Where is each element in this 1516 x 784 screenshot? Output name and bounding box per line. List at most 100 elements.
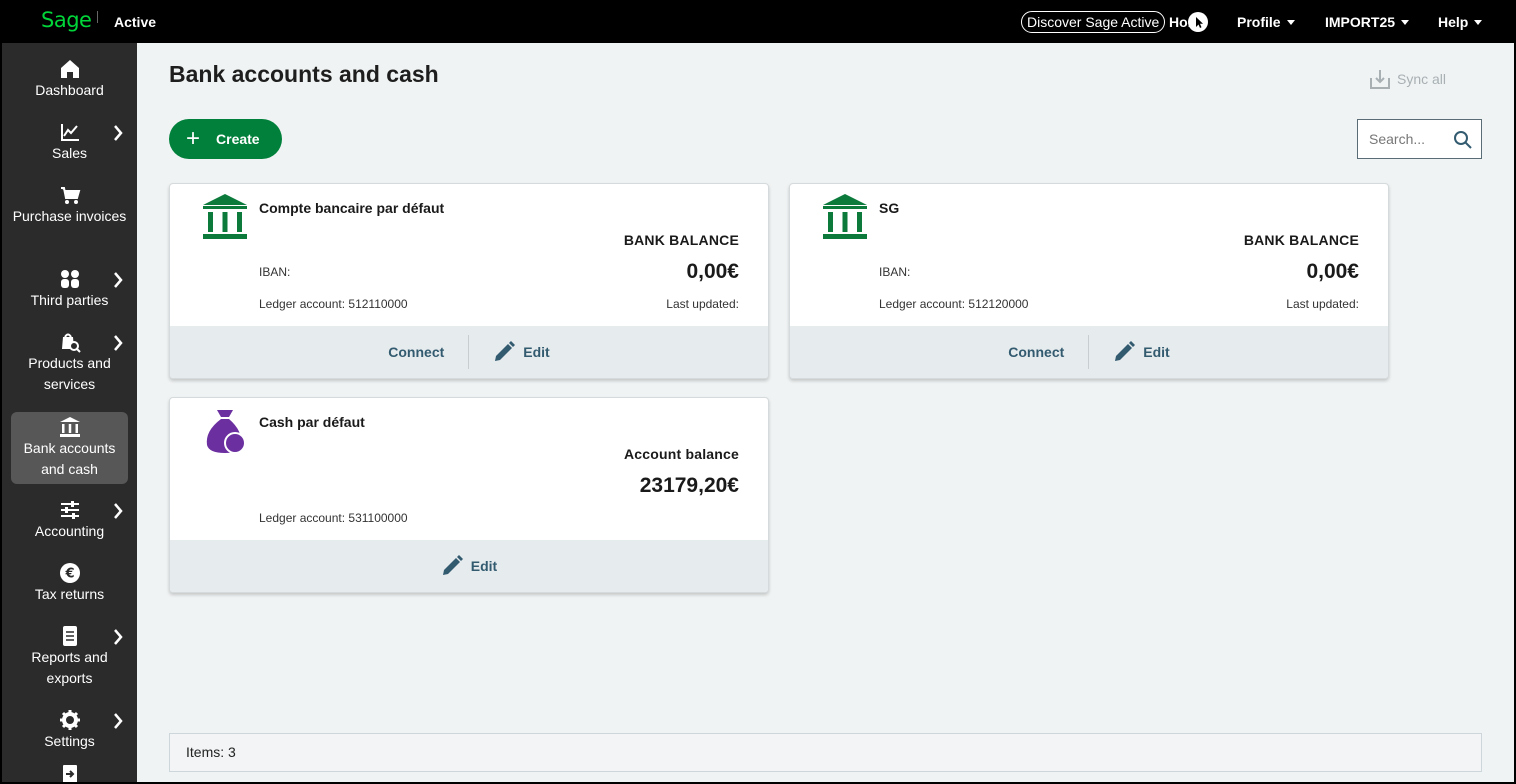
card-actions: Edit	[170, 540, 768, 592]
iban-label: IBAN:	[259, 265, 291, 279]
gear-icon	[59, 710, 80, 730]
help-menu[interactable]: Help	[1438, 14, 1483, 30]
bank-account-card[interactable]: SG BANK BALANCE 0,00€ IBAN: Ledger accou…	[789, 183, 1389, 379]
people-icon	[60, 270, 79, 288]
sidebar-item-logout[interactable]	[11, 763, 128, 784]
balance-label: BANK BALANCE	[1243, 232, 1359, 248]
balance-value: 0,00€	[686, 260, 739, 283]
company-label: IMPORT25	[1325, 14, 1396, 30]
sidebar-item-purchase-invoices[interactable]: Purchase invoices	[11, 184, 128, 250]
account-name: SG	[879, 200, 900, 216]
sidebar-item-tax-returns[interactable]: € Tax returns	[11, 562, 128, 606]
sidebar: Dashboard Sales Purchase invoices Third …	[0, 43, 137, 784]
connect-label: Connect	[1008, 344, 1065, 360]
edit-label: Edit	[523, 344, 550, 360]
sidebar-item-label: Bank accounts and cash	[23, 440, 116, 477]
sage-logo[interactable]: Sage	[41, 8, 92, 32]
sidebar-item-settings[interactable]: Settings	[11, 709, 128, 753]
chevron-down-icon	[1401, 19, 1410, 25]
sidebar-item-label: Dashboard	[35, 82, 104, 98]
company-menu[interactable]: IMPORT25	[1325, 14, 1410, 30]
sidebar-item-label: Reports and exports	[31, 649, 108, 686]
profile-label: Profile	[1237, 14, 1281, 30]
home-icon	[60, 60, 79, 78]
sidebar-item-products-and-services[interactable]: Products and services	[11, 331, 128, 397]
logo-divider	[97, 11, 98, 23]
svg-text:€: €	[64, 567, 74, 582]
chart-icon	[60, 124, 79, 141]
edit-button[interactable]: Edit	[1089, 341, 1193, 363]
chevron-right-icon	[114, 503, 123, 519]
sidebar-item-label: Third parties	[30, 292, 109, 308]
create-label: Create	[216, 131, 260, 147]
cursor-icon	[1188, 12, 1208, 32]
bank-icon	[823, 194, 867, 239]
edit-button[interactable]: Edit	[417, 555, 521, 577]
pencil-icon	[1115, 341, 1136, 361]
last-updated-label: Last updated:	[1286, 297, 1359, 311]
logout-icon	[62, 765, 77, 784]
pencil-icon	[442, 555, 463, 575]
sync-all-button[interactable]: Sync all	[1369, 68, 1446, 90]
search-icon[interactable]	[1453, 130, 1473, 150]
ledger-account: Ledger account: 512120000	[879, 297, 1029, 311]
bank-icon	[59, 417, 80, 437]
profile-menu[interactable]: Profile	[1237, 14, 1295, 30]
sidebar-item-sales[interactable]: Sales	[11, 121, 128, 165]
ledger-account: Ledger account: 531100000	[259, 511, 408, 525]
last-updated-label: Last updated:	[666, 297, 739, 311]
download-icon	[1370, 70, 1390, 89]
balance-value: 23179,20€	[639, 474, 739, 497]
sidebar-item-label: Purchase invoices	[12, 208, 127, 224]
iban-label: IBAN:	[879, 265, 911, 279]
account-name: Compte bancaire par défaut	[259, 200, 445, 216]
cart-icon	[60, 187, 80, 204]
top-bar: Sage Active Discover Sage Active Home Pr…	[0, 0, 1516, 43]
discover-sage-active-button[interactable]: Discover Sage Active	[1021, 11, 1166, 33]
bank-account-card[interactable]: Compte bancaire par défaut BANK BALANCE …	[169, 183, 769, 379]
edit-button[interactable]: Edit	[469, 341, 573, 363]
items-count: Items: 3	[169, 733, 1482, 772]
sidebar-item-dashboard[interactable]: Dashboard	[11, 58, 128, 102]
ledger-account: Ledger account: 512110000	[259, 297, 408, 311]
sidebar-item-label: Tax returns	[34, 586, 105, 602]
card-actions: Connect Edit	[790, 326, 1388, 378]
cash-account-card[interactable]: Cash par défaut Account balance 23179,20…	[169, 397, 769, 593]
connect-button[interactable]: Connect	[364, 344, 468, 360]
balance-value: 0,00€	[1306, 260, 1359, 283]
connect-button[interactable]: Connect	[984, 344, 1088, 360]
card-actions: Connect Edit	[170, 326, 768, 378]
balance-label: Account balance	[623, 446, 739, 462]
search-input[interactable]	[1358, 120, 1448, 158]
account-name: Cash par défaut	[259, 414, 365, 430]
sidebar-item-third-parties[interactable]: Third parties	[11, 268, 128, 312]
edit-label: Edit	[470, 558, 498, 574]
edit-label: Edit	[1143, 344, 1170, 360]
chevron-down-icon	[1286, 19, 1295, 25]
report-icon	[62, 626, 77, 646]
product-search-icon	[61, 333, 81, 353]
sidebar-item-label: Products and services	[28, 355, 111, 392]
chevron-down-icon	[1474, 19, 1483, 25]
sidebar-item-accounting[interactable]: Accounting	[11, 499, 128, 543]
sliders-icon	[60, 501, 79, 519]
bank-icon	[203, 194, 247, 239]
pencil-icon	[495, 341, 516, 361]
product-name: Active	[114, 14, 157, 30]
connect-label: Connect	[388, 344, 445, 360]
create-button[interactable]: + Create	[169, 119, 282, 159]
money-bag-icon	[206, 410, 246, 454]
page-title: Bank accounts and cash	[169, 61, 439, 87]
help-label: Help	[1438, 14, 1469, 30]
plus-icon: +	[186, 125, 201, 152]
chevron-right-icon	[114, 629, 123, 645]
chevron-right-icon	[114, 272, 123, 288]
chevron-right-icon	[114, 125, 123, 141]
chevron-right-icon	[114, 335, 123, 351]
euro-icon: €	[59, 563, 80, 583]
chevron-right-icon	[114, 713, 123, 729]
sidebar-item-label: Settings	[44, 733, 95, 749]
sync-all-label: Sync all	[1397, 71, 1447, 87]
sidebar-item-reports-and-exports[interactable]: Reports and exports	[11, 625, 128, 691]
sidebar-item-bank-accounts-and-cash[interactable]: Bank accounts and cash	[11, 412, 128, 484]
